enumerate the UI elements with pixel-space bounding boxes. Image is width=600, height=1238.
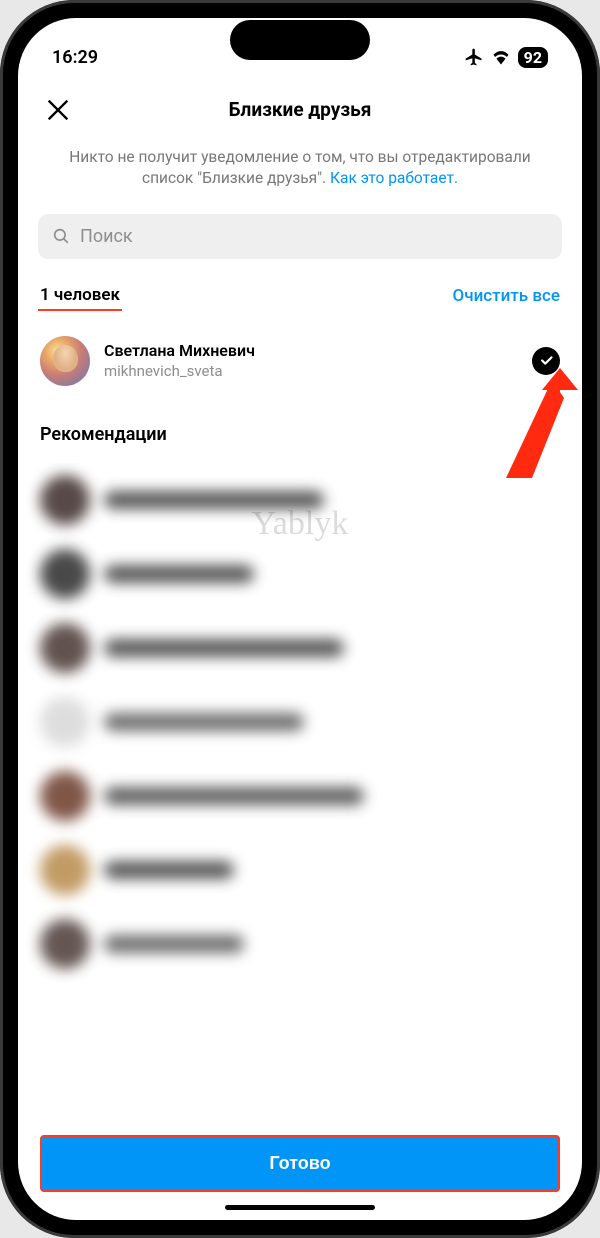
home-indicator[interactable] xyxy=(225,1205,375,1210)
list-item[interactable] xyxy=(40,833,560,907)
avatar xyxy=(40,623,90,673)
recommendations-title: Рекомендации xyxy=(18,400,582,463)
wifi-icon xyxy=(491,49,511,65)
friend-name: Светлана Михневич xyxy=(104,341,518,360)
avatar xyxy=(40,336,90,386)
avatar xyxy=(40,549,90,599)
friend-row[interactable]: Светлана Михневич mikhnevich_sveta xyxy=(18,316,582,400)
list-item[interactable] xyxy=(40,759,560,833)
check-icon xyxy=(539,353,554,368)
phone-frame: 16:29 92 Близкие друзья Никто не получит… xyxy=(0,0,600,1238)
list-item-label xyxy=(104,639,344,657)
close-button[interactable] xyxy=(42,94,74,126)
list-item-label xyxy=(104,861,234,879)
page-title: Близкие друзья xyxy=(229,98,372,121)
avatar xyxy=(40,771,90,821)
count-row: 1 человек Очистить все xyxy=(18,279,582,316)
avatar xyxy=(40,845,90,895)
avatar xyxy=(40,475,90,525)
check-toggle[interactable] xyxy=(532,347,560,375)
list-item-label xyxy=(104,935,244,953)
status-time: 16:29 xyxy=(52,47,152,68)
list-item-label xyxy=(104,565,254,583)
recommendations-list: Yablyk xyxy=(18,463,582,1121)
highlight-underline xyxy=(38,309,122,311)
close-icon xyxy=(42,94,74,126)
list-item-label xyxy=(104,491,324,509)
list-item[interactable] xyxy=(40,463,560,537)
list-item-label xyxy=(104,787,364,805)
list-item-label xyxy=(104,713,304,731)
friend-username: mikhnevich_sveta xyxy=(104,362,518,380)
list-item[interactable] xyxy=(40,907,560,981)
list-item[interactable] xyxy=(40,537,560,611)
info-text-body: Никто не получит уведомление о том, что … xyxy=(69,148,530,187)
screen: 16:29 92 Близкие друзья Никто не получит… xyxy=(18,18,582,1220)
info-link[interactable]: Как это работает. xyxy=(330,169,458,187)
avatar xyxy=(40,697,90,747)
search-input[interactable]: Поиск xyxy=(38,214,562,259)
airplane-icon xyxy=(464,47,484,67)
clear-all-button[interactable]: Очистить все xyxy=(453,286,560,306)
count-label: 1 человек xyxy=(40,285,120,308)
header: Близкие друзья xyxy=(18,78,582,139)
search-icon xyxy=(52,227,70,245)
done-button[interactable]: Готово xyxy=(40,1135,560,1192)
avatar xyxy=(40,919,90,969)
friend-info: Светлана Михневич mikhnevich_sveta xyxy=(104,341,518,380)
dynamic-island xyxy=(230,20,370,60)
list-item[interactable] xyxy=(40,685,560,759)
battery-badge: 92 xyxy=(518,47,548,68)
info-text: Никто не получит уведомление о том, что … xyxy=(18,139,582,208)
search-placeholder: Поиск xyxy=(80,226,133,247)
list-item[interactable] xyxy=(40,611,560,685)
